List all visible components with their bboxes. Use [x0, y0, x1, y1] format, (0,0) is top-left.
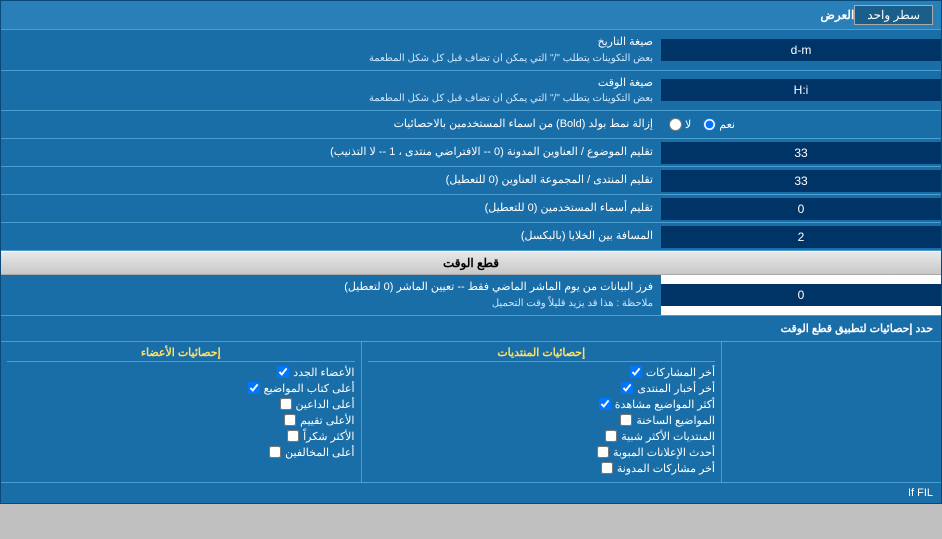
bold-remove-label: إزالة نمط بولد (Bold) من اسماء المستخدمي… [1, 112, 661, 137]
bottom-col-member-stats: إحصائيات الأعضاء الأعضاء الجدد أعلى كتاب… [1, 342, 361, 482]
time-format-input[interactable] [661, 79, 941, 101]
member-stats-title: إحصائيات الأعضاء [7, 346, 355, 362]
checkbox-latest-classified[interactable]: أحدث الإعلانات المبوبة [368, 446, 716, 459]
checkbox-last-blog-posts[interactable]: أخر مشاركات المدونة [368, 462, 716, 475]
topic-title-trim-input-cell [661, 142, 941, 164]
cutoff-row: فرز البيانات من يوم الماشر الماضي فقط --… [1, 275, 941, 316]
date-format-input-cell [661, 39, 941, 61]
date-format-input[interactable] [661, 39, 941, 61]
main-container: سطر واحد العرض صيغة التاريخ بعض التكوينا… [0, 0, 942, 504]
username-trim-input[interactable] [661, 198, 941, 220]
cutoff-input[interactable] [661, 284, 941, 306]
date-format-label: صيغة التاريخ بعض التكوينات يتطلب "/" الت… [1, 30, 661, 70]
checkbox-last-news[interactable]: أخر أخبار المنتدى [368, 382, 716, 395]
checkbox-top-violators[interactable]: أعلى المخالفين [7, 446, 355, 459]
checkbox-top-rated[interactable]: الأعلى تقييم [7, 414, 355, 427]
username-trim-row: تقليم أسماء المستخدمين (0 للتعطيل) [1, 195, 941, 223]
radio-no[interactable]: لا [669, 118, 691, 131]
bottom-col-empty [721, 342, 941, 482]
bottom-col-forum-stats: إحصائيات المنتديات أخر المشاركات أخر أخب… [361, 342, 722, 482]
checkbox-top-topic-writers[interactable]: أعلى كتاب المواضيع [7, 382, 355, 395]
bold-remove-radio-group: نعم لا [661, 116, 941, 133]
topic-title-trim-input[interactable] [661, 142, 941, 164]
forum-stats-title: إحصائيات المنتديات [368, 346, 716, 362]
time-format-label: صيغة الوقت بعض التكوينات يتطلب "/" التي … [1, 71, 661, 111]
forum-title-trim-input[interactable] [661, 170, 941, 192]
checkbox-new-members[interactable]: الأعضاء الجدد [7, 366, 355, 379]
header-row: سطر واحد العرض [1, 1, 941, 30]
username-trim-label: تقليم أسماء المستخدمين (0 للتعطيل) [1, 196, 661, 221]
topic-title-trim-label: تقليم الموضوع / العناوين المدونة (0 -- ا… [1, 140, 661, 165]
cutoff-section-header: قطع الوقت [1, 251, 941, 275]
checkbox-last-posts[interactable]: أخر المشاركات [368, 366, 716, 379]
cutoff-label: فرز البيانات من يوم الماشر الماضي فقط --… [1, 275, 661, 315]
time-format-input-cell [661, 79, 941, 101]
apply-cutoff-row: حدد إحصائيات لتطبيق قطع الوقت [1, 316, 941, 342]
bold-remove-row: نعم لا إزالة نمط بولد (Bold) من اسماء ال… [1, 111, 941, 139]
forum-title-trim-label: تقليم المنتدى / المجموعة العناوين (0 للت… [1, 168, 661, 193]
display-dropdown[interactable]: سطر واحد [854, 5, 933, 25]
checkbox-top-inviters[interactable]: أعلى الداعين [7, 398, 355, 411]
checkbox-most-viewed[interactable]: أكثر المواضيع مشاهدة [368, 398, 716, 411]
username-trim-input-cell [661, 198, 941, 220]
date-format-row: صيغة التاريخ بعض التكوينات يتطلب "/" الت… [1, 30, 941, 71]
forum-title-trim-row: تقليم المنتدى / المجموعة العناوين (0 للت… [1, 167, 941, 195]
bottom-grid: إحصائيات المنتديات أخر المشاركات أخر أخب… [1, 342, 941, 482]
checkbox-most-thanked[interactable]: الأكثر شكراً [7, 430, 355, 443]
topic-title-trim-row: تقليم الموضوع / العناوين المدونة (0 -- ا… [1, 139, 941, 167]
cell-spacing-label: المسافة بين الخلايا (بالبكسل) [1, 224, 661, 249]
page-title: العرض [9, 8, 854, 22]
cell-spacing-input[interactable] [661, 226, 941, 248]
cutoff-input-cell [661, 275, 941, 315]
cell-spacing-input-cell [661, 226, 941, 248]
radio-yes[interactable]: نعم [703, 118, 735, 131]
footer-note-row: If FIL [1, 482, 941, 503]
cell-spacing-row: المسافة بين الخلايا (بالبكسل) [1, 223, 941, 251]
forum-title-trim-input-cell [661, 170, 941, 192]
checkbox-hot-topics[interactable]: المواضيع الساخنة [368, 414, 716, 427]
footer-note-text: If FIL [908, 487, 933, 499]
time-format-row: صيغة الوقت بعض التكوينات يتطلب "/" التي … [1, 71, 941, 112]
checkbox-most-similar-forums[interactable]: المنتديات الأكثر شبية [368, 430, 716, 443]
